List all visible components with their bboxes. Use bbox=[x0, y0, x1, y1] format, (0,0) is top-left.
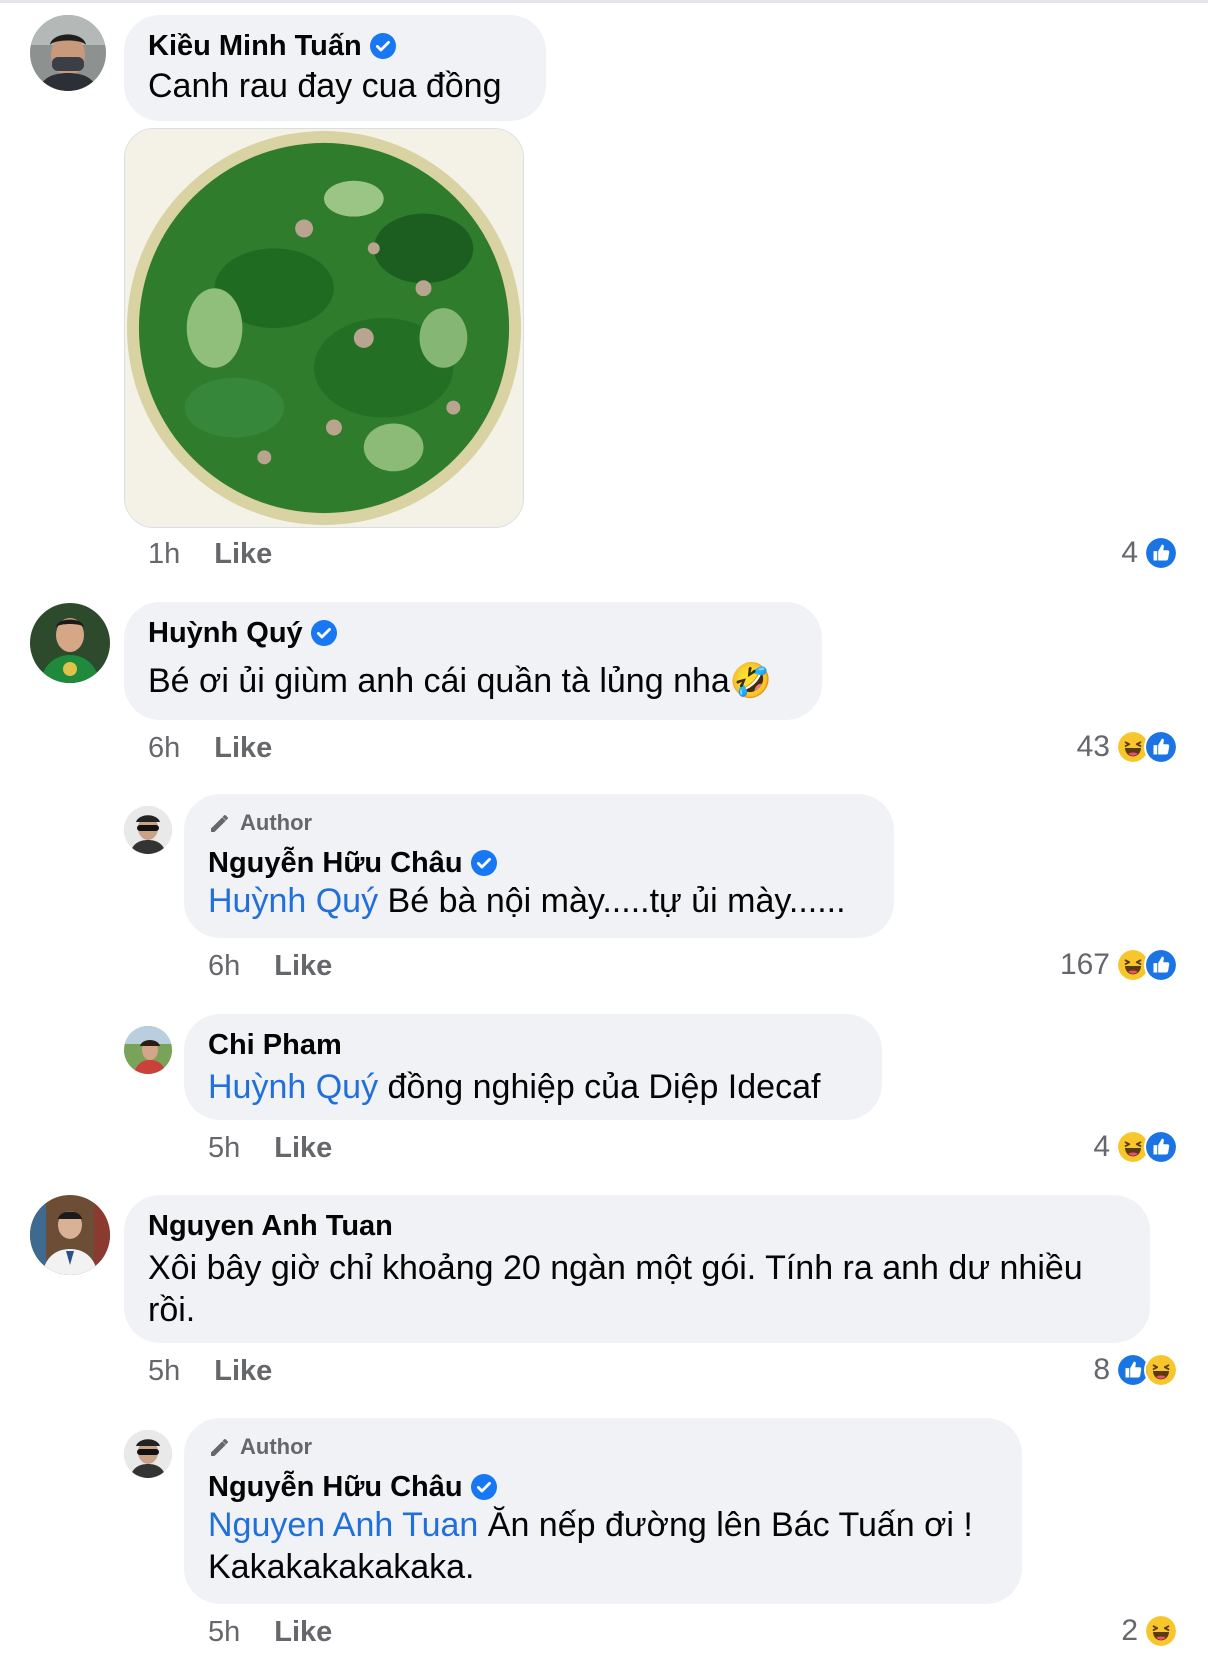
author-label: Author bbox=[240, 1434, 313, 1459]
pencil-icon bbox=[208, 811, 232, 835]
comment-time[interactable]: 1h bbox=[148, 538, 180, 571]
reaction-count: 2 bbox=[1121, 1614, 1138, 1647]
comment-time[interactable]: 5h bbox=[208, 1616, 240, 1649]
comment-text: Huỳnh Quý đồng nghiệp của Diệp Idecaf bbox=[208, 1066, 858, 1108]
like-button[interactable]: Like bbox=[274, 1616, 332, 1649]
like-button[interactable]: Like bbox=[214, 1355, 272, 1388]
avatar[interactable] bbox=[30, 603, 110, 683]
avatar[interactable] bbox=[124, 806, 172, 854]
avatar-photo bbox=[124, 1430, 172, 1478]
comment-time[interactable]: 6h bbox=[148, 732, 180, 765]
comment-text: Xôi bây giờ chỉ khoảng 20 ngàn một gói. … bbox=[148, 1249, 1083, 1329]
reaction-summary[interactable]: 167 bbox=[1060, 948, 1178, 982]
reaction-count: 8 bbox=[1093, 1353, 1110, 1386]
reply-bubble: Chi Pham Huỳnh Quý đồng nghiệp của Diệp … bbox=[184, 1014, 882, 1120]
reaction-count: 4 bbox=[1093, 1130, 1110, 1163]
like-button[interactable]: Like bbox=[214, 732, 272, 765]
reply-text: đồng nghiệp của Diệp Idecaf bbox=[378, 1068, 821, 1106]
avatar[interactable] bbox=[30, 15, 106, 91]
commenter-name[interactable]: Kiều Minh Tuấn bbox=[148, 30, 362, 63]
comment-bubble: Kiều Minh Tuấn Canh rau đay cua đồng bbox=[124, 15, 546, 121]
commenter-name[interactable]: Nguyễn Hữu Châu bbox=[208, 1471, 463, 1504]
haha-icon bbox=[1144, 1353, 1178, 1387]
comment-meta: 5h Like bbox=[208, 1132, 332, 1165]
verified-badge-icon bbox=[471, 850, 497, 876]
avatar-photo bbox=[124, 1026, 172, 1074]
comment-meta: 6h Like bbox=[208, 950, 332, 983]
avatar[interactable] bbox=[124, 1026, 172, 1074]
reaction-summary[interactable]: 4 bbox=[1121, 536, 1178, 570]
avatar-photo bbox=[124, 806, 172, 854]
like-button[interactable]: Like bbox=[274, 950, 332, 983]
like-icon bbox=[1144, 1130, 1178, 1164]
verified-badge-icon bbox=[311, 620, 337, 646]
comment-text: Nguyen Anh Tuan Ăn nếp đường lên Bác Tuấ… bbox=[208, 1504, 998, 1588]
like-icon bbox=[1144, 730, 1178, 764]
like-icon bbox=[1144, 948, 1178, 982]
comment-time[interactable]: 6h bbox=[208, 950, 240, 983]
reaction-count: 43 bbox=[1076, 730, 1110, 763]
avatar[interactable] bbox=[30, 1195, 110, 1275]
comment-meta: 1h Like bbox=[148, 538, 272, 571]
soup-bowl-image bbox=[125, 129, 523, 527]
mention-link[interactable]: Huỳnh Quý bbox=[208, 1068, 378, 1106]
comment-time[interactable]: 5h bbox=[208, 1132, 240, 1165]
reply-text: Bé bà nội mày.....tự ủi mày...... bbox=[378, 882, 846, 920]
reply-bubble: Author Nguyễn Hữu Châu Huỳnh Quý Bé bà n… bbox=[184, 794, 894, 938]
like-icon bbox=[1144, 536, 1178, 570]
comment-text: Bé ơi ủi giùm anh cái quần tà lủng nha🤣 bbox=[148, 662, 773, 700]
verified-badge-icon bbox=[471, 1474, 497, 1500]
comment-photo[interactable] bbox=[124, 128, 524, 528]
comment-meta: 5h Like bbox=[148, 1355, 272, 1388]
like-button[interactable]: Like bbox=[214, 538, 272, 571]
reaction-summary[interactable]: 2 bbox=[1121, 1614, 1178, 1648]
like-button[interactable]: Like bbox=[274, 1132, 332, 1165]
top-divider bbox=[0, 0, 1208, 3]
commenter-name[interactable]: Nguyễn Hữu Châu bbox=[208, 847, 463, 880]
avatar-photo bbox=[30, 603, 110, 683]
reaction-summary[interactable]: 8 bbox=[1093, 1353, 1178, 1387]
commenter-name[interactable]: Huỳnh Quý bbox=[148, 617, 303, 650]
commenter-name[interactable]: Chi Pham bbox=[208, 1029, 342, 1062]
mention-link[interactable]: Nguyen Anh Tuan bbox=[208, 1506, 478, 1544]
author-badge: Author bbox=[208, 808, 870, 838]
reaction-count: 167 bbox=[1059, 948, 1110, 981]
author-badge: Author bbox=[208, 1432, 998, 1462]
avatar-photo bbox=[30, 15, 106, 91]
author-label: Author bbox=[240, 810, 313, 835]
avatar-photo bbox=[30, 1195, 110, 1275]
reaction-summary[interactable]: 4 bbox=[1093, 1130, 1178, 1164]
comment-time[interactable]: 5h bbox=[148, 1355, 180, 1388]
comment-text: Canh rau đay cua đồng bbox=[148, 67, 502, 105]
comment-text: Huỳnh Quý Bé bà nội mày.....tự ủi mày...… bbox=[208, 880, 870, 922]
pencil-icon bbox=[208, 1435, 232, 1459]
avatar[interactable] bbox=[124, 1430, 172, 1478]
comment-meta: 5h Like bbox=[208, 1616, 332, 1649]
mention-link[interactable]: Huỳnh Quý bbox=[208, 882, 378, 920]
comment-meta: 6h Like bbox=[148, 732, 272, 765]
reply-bubble: Author Nguyễn Hữu Châu Nguyen Anh Tuan Ă… bbox=[184, 1418, 1022, 1604]
haha-icon bbox=[1144, 1614, 1178, 1648]
reaction-count: 4 bbox=[1121, 536, 1138, 569]
reaction-summary[interactable]: 43 bbox=[1077, 730, 1178, 764]
verified-badge-icon bbox=[370, 33, 396, 59]
comment-bubble: Huỳnh Quý Bé ơi ủi giùm anh cái quần tà … bbox=[124, 602, 822, 720]
commenter-name[interactable]: Nguyen Anh Tuan bbox=[148, 1210, 393, 1243]
comment-bubble: Nguyen Anh Tuan Xôi bây giờ chỉ khoảng 2… bbox=[124, 1195, 1150, 1343]
